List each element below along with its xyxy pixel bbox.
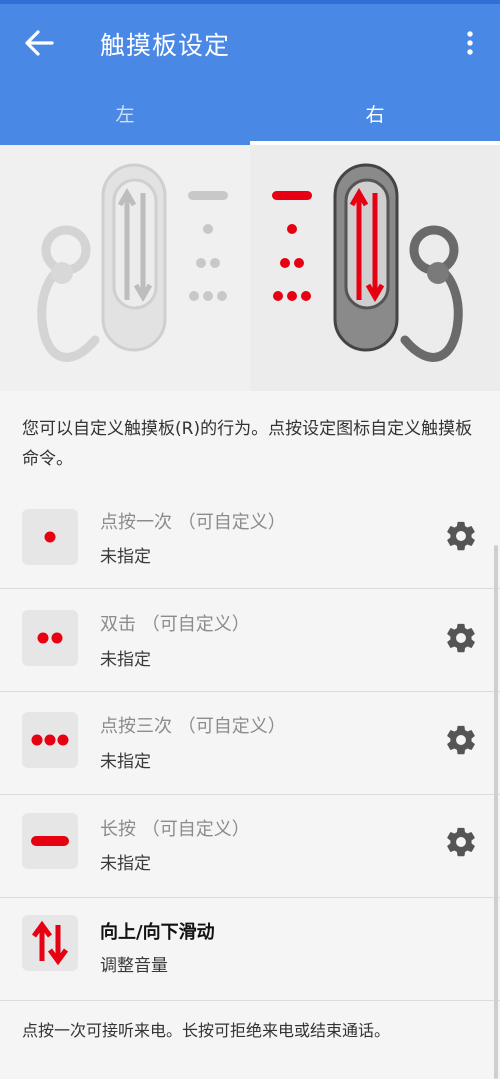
- gesture-value: 未指定: [100, 854, 151, 874]
- gesture-row-long-press[interactable]: 长按 （可自定义） 未指定: [0, 795, 500, 898]
- tab-right[interactable]: 右: [250, 92, 500, 142]
- gesture-row-double-tap[interactable]: 双击 （可自定义） 未指定: [0, 589, 500, 692]
- app-bar: 触摸板设定 左 右: [0, 0, 500, 145]
- swipe-label: 向上/向下滑动: [100, 922, 215, 943]
- gear-icon[interactable]: [444, 519, 478, 553]
- single-dot-icon: [22, 509, 78, 565]
- status-strip: [0, 0, 500, 4]
- more-options-icon[interactable]: [458, 28, 482, 58]
- swipe-value: 调整音量: [100, 956, 168, 976]
- gear-icon[interactable]: [444, 621, 478, 655]
- double-dot-icon: [22, 610, 78, 666]
- touchpad-description: 您可以自定义触摸板(R)的行为。点按设定图标自定义触摸板命令。: [22, 419, 473, 469]
- right-earbud-panel: [250, 145, 500, 391]
- triple-dot-icon: [22, 712, 78, 768]
- tab-left[interactable]: 左: [0, 92, 250, 142]
- page-title: 触摸板设定: [100, 31, 231, 60]
- gear-icon[interactable]: [444, 723, 478, 757]
- gesture-value: 未指定: [100, 752, 151, 772]
- gesture-value: 未指定: [100, 547, 151, 567]
- left-earbud-panel: [0, 145, 250, 391]
- touchpad-illustration: [0, 145, 500, 391]
- gesture-row-single-tap[interactable]: 点按一次 （可自定义） 未指定: [0, 486, 500, 589]
- swipe-up-down-icon: [22, 915, 78, 971]
- gesture-label: 点按三次 （可自定义）: [100, 716, 286, 737]
- right-earbud-image: [272, 163, 463, 362]
- gear-icon[interactable]: [444, 825, 478, 859]
- footer-note: 点按一次可接听来电。长按可拒绝来电或结束通话。: [22, 1021, 391, 1040]
- gesture-label: 长按 （可自定义）: [100, 819, 250, 840]
- gesture-row-triple-tap[interactable]: 点按三次 （可自定义） 未指定: [0, 692, 500, 795]
- gesture-label: 点按一次 （可自定义）: [100, 512, 286, 533]
- back-arrow-icon[interactable]: [22, 28, 56, 58]
- long-press-icon: [22, 813, 78, 869]
- gesture-row-swipe: 向上/向下滑动 调整音量: [0, 898, 500, 1001]
- scrollbar[interactable]: [494, 545, 498, 1079]
- gesture-value: 未指定: [100, 650, 151, 670]
- left-earbud-image: [37, 163, 228, 362]
- gesture-label: 双击 （可自定义）: [100, 614, 250, 635]
